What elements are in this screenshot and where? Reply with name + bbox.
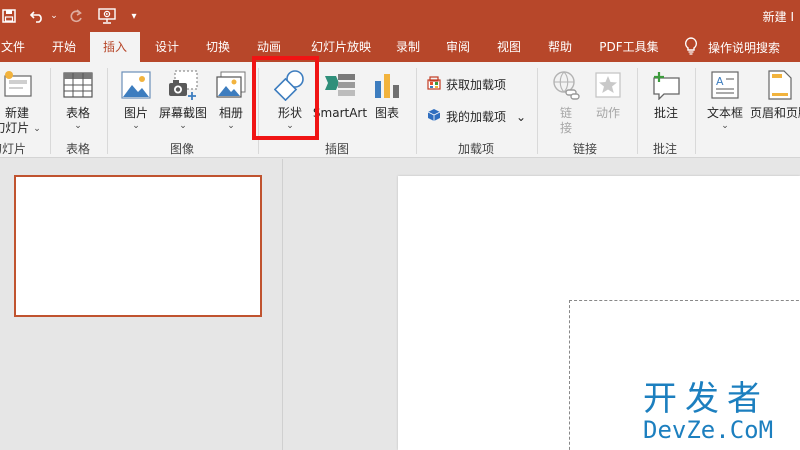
slide-thumbnail[interactable] [14, 175, 262, 317]
group-label-tables: 表格 [66, 142, 91, 156]
get-addins-label: 获取加载项 [446, 78, 507, 92]
group-separator [695, 68, 696, 154]
ribbon-panel: 新建 幻灯片 ⌄ 幻灯片 表格 ⌄ 表格 图片 ⌄ 屏幕截图 ⌄ [0, 62, 800, 158]
tab-design[interactable]: 设计 [149, 32, 185, 62]
group-separator [416, 68, 417, 154]
customize-qat-icon[interactable]: ▾ [128, 5, 140, 27]
comment-icon [651, 68, 681, 102]
photo-album-button[interactable]: 相册 ⌄ [213, 68, 249, 131]
action-star-icon [595, 68, 621, 102]
tab-home[interactable]: 开始 [46, 32, 82, 62]
screenshot-button[interactable]: 屏幕截图 ⌄ [157, 68, 209, 131]
tab-transitions[interactable]: 切换 [200, 32, 236, 62]
save-icon[interactable] [0, 5, 18, 27]
my-addins-icon [427, 108, 446, 125]
tab-record[interactable]: 录制 [390, 32, 426, 62]
tab-view[interactable]: 视图 [491, 32, 527, 62]
screenshot-label: 屏幕截图 [158, 106, 207, 120]
header-footer-icon [768, 68, 792, 102]
smartart-label: SmartArt [312, 106, 368, 120]
title-bar: ⌄ ▾ 新建 I [0, 0, 800, 32]
textbox-label: 文本框 [706, 106, 743, 120]
header-footer-label: 页眉和页脚 [749, 106, 800, 120]
comment-button[interactable]: 批注 [648, 68, 684, 121]
group-separator [107, 68, 108, 154]
undo-dropdown-icon[interactable]: ⌄ [48, 5, 60, 27]
group-separator [637, 68, 638, 154]
tab-pdf-tools[interactable]: PDF工具集 [596, 32, 662, 62]
table-icon [63, 68, 93, 102]
new-slide-label-line2: 幻灯片 [0, 121, 30, 135]
get-addins-button[interactable]: 获取加载项 [427, 76, 506, 93]
screenshot-caret-icon: ⌄ [179, 121, 187, 131]
textbox-icon: A [711, 68, 739, 102]
smartart-button[interactable]: SmartArt [312, 68, 368, 121]
action-button[interactable]: 动作 [591, 68, 625, 121]
header-footer-button[interactable]: 页眉和页脚 [748, 68, 800, 121]
table-label: 表格 [65, 106, 90, 120]
store-icon [427, 76, 446, 93]
new-slide-icon [1, 68, 33, 102]
redo-icon[interactable] [66, 5, 86, 27]
group-label-comments: 批注 [653, 142, 678, 156]
chart-button[interactable]: 图表 [369, 68, 405, 121]
tab-review[interactable]: 审阅 [440, 32, 476, 62]
tab-insert[interactable]: 插入 [90, 32, 140, 62]
link-icon [552, 68, 580, 102]
table-caret-icon: ⌄ [74, 121, 82, 131]
new-slide-caret-icon: ⌄ [33, 123, 41, 134]
smartart-icon [324, 68, 356, 102]
picture-label: 图片 [123, 106, 148, 120]
new-slide-button[interactable]: 新建 幻灯片 ⌄ [0, 68, 41, 136]
group-separator [537, 68, 538, 154]
tab-file[interactable]: 文件 [0, 32, 26, 62]
new-slide-label-line1: 新建 [4, 106, 29, 120]
chart-label: 图表 [374, 106, 399, 120]
chart-icon [373, 68, 401, 102]
slide-thumbnails-panel [0, 159, 283, 450]
group-label-images: 图像 [170, 142, 195, 156]
group-label-slides: 幻灯片 [0, 142, 27, 156]
group-label-links: 链接 [573, 142, 598, 156]
lightbulb-icon [684, 36, 708, 58]
start-from-beginning-icon[interactable] [96, 5, 118, 27]
my-addins-button[interactable]: 我的加载项 ⌄ [427, 108, 526, 125]
group-separator [50, 68, 51, 154]
shapes-highlight-box [252, 56, 319, 140]
my-addins-label: 我的加载项 [446, 110, 507, 124]
link-label: 链接 [559, 106, 572, 135]
photo-album-label: 相册 [218, 106, 243, 120]
textbox-caret-icon: ⌄ [721, 121, 729, 131]
svg-text:A: A [716, 75, 724, 88]
table-button[interactable]: 表格 ⌄ [58, 68, 98, 131]
tab-help[interactable]: 帮助 [542, 32, 578, 62]
comment-label: 批注 [653, 106, 678, 120]
photo-album-icon [216, 68, 246, 102]
screenshot-icon [167, 68, 199, 102]
tell-me-search[interactable]: 操作说明搜索 [684, 32, 780, 62]
picture-button[interactable]: 图片 ⌄ [117, 68, 155, 131]
watermark-en: DevZe.CoM [643, 416, 774, 444]
ribbon-tabs: 文件 开始 插入 设计 切换 动画 幻灯片放映 录制 审阅 视图 帮助 PDF工… [0, 32, 800, 62]
picture-icon [121, 68, 151, 102]
document-title: 新建 I [762, 10, 794, 24]
link-button[interactable]: 链接 [549, 68, 583, 136]
my-addins-caret-icon: ⌄ [516, 109, 527, 124]
textbox-button[interactable]: A 文本框 ⌄ [703, 68, 747, 131]
group-label-illustrations: 插图 [325, 142, 350, 156]
undo-icon[interactable] [28, 5, 48, 27]
action-label: 动作 [595, 106, 620, 120]
photo-album-caret-icon: ⌄ [227, 121, 235, 131]
picture-caret-icon: ⌄ [132, 121, 140, 131]
watermark-cn: 开发者 [643, 379, 769, 419]
search-label: 操作说明搜索 [708, 40, 781, 55]
group-label-addins: 加载项 [458, 142, 495, 156]
